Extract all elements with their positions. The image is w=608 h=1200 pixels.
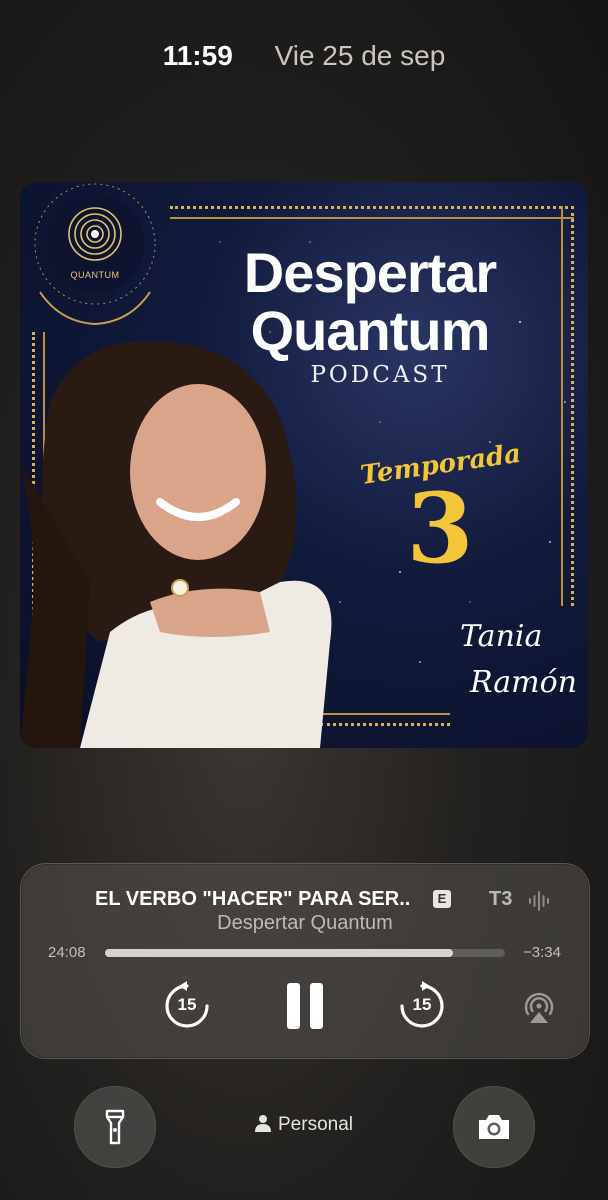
host-portrait-image [20,342,332,748]
elapsed-time: 24:08 [48,944,86,961]
playback-scrubber[interactable] [105,949,505,957]
skip-back-15-button[interactable]: 15 [161,980,213,1032]
waveform-icon [529,891,549,911]
show-name: Despertar Quantum [217,912,393,934]
gold-frame-right [561,206,574,606]
track-title-continuation: T3 [489,888,513,910]
playback-progress-fill [105,949,453,957]
camera-button[interactable] [453,1086,535,1168]
camera-icon [479,1115,509,1139]
airplay-icon [524,992,554,1023]
date-label: Vie 25 de sep [274,40,446,71]
flashlight-button[interactable] [74,1086,156,1168]
skip-forward-seconds: 15 [412,995,432,1014]
flashlight-icon [105,1109,125,1145]
airplay-button[interactable] [521,990,557,1026]
season-number: 3 [406,472,474,585]
track-title: EL VERBO "HACER" PARA SER.. [95,888,411,910]
pause-icon [287,983,323,1029]
gold-frame-top [170,206,574,219]
signature-first-name: Tania [460,619,543,654]
skip-forward-15-button[interactable]: 15 [396,980,448,1032]
focus-mode-indicator[interactable]: Personal [254,1114,353,1136]
explicit-badge: E [433,890,451,908]
artwork-title-line1: Despertar [243,241,497,304]
skip-back-seconds: 15 [177,995,197,1014]
remaining-time: −3:34 [523,944,561,961]
podcast-artwork: QUANTUM Despertar Quantum PODCAST Tempor… [20,182,588,748]
clock-time: 11:59 [162,40,233,71]
focus-mode-label: Personal [278,1114,353,1135]
quantum-logo-icon [34,183,156,326]
logo-text: QUANTUM [70,270,120,280]
lock-screen-header: 11:59 Vie 25 de sep [0,40,608,72]
pause-button[interactable] [279,980,331,1032]
host-signature: Tania Ramón [460,614,580,706]
person-icon [255,1115,271,1132]
now-playing-card[interactable]: EL VERBO "HACER" PARA SER.. E T3 Despert… [20,863,590,1059]
signature-last-name: Ramón [470,665,577,700]
